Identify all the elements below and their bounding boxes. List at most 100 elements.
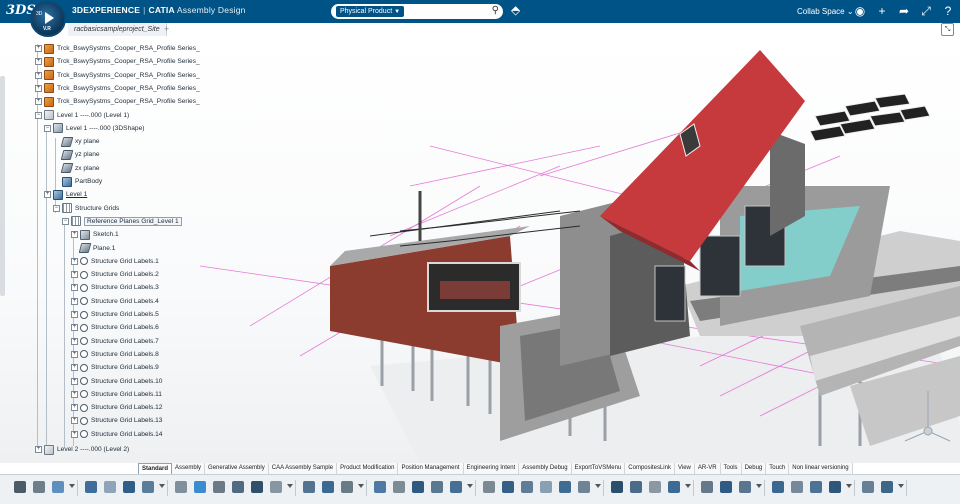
workbench-tab[interactable]: Non linear versioning [789, 463, 853, 474]
tree-node[interactable]: + Structure Grid Labels.9 [71, 361, 159, 374]
tree-node[interactable]: + Trck_BswySystms_Cooper_RSA_Profile Seri… [35, 55, 200, 68]
expand-icon[interactable]: + [71, 390, 78, 398]
fullscreen-icon[interactable]: ⤡ [941, 23, 954, 36]
workbench-tab[interactable]: View [674, 463, 695, 474]
toolbar-tool-icon[interactable] [301, 479, 317, 495]
tree-node[interactable]: + Structure Grid Labels.3 [71, 281, 159, 294]
dropdown-arrow-icon[interactable] [685, 484, 691, 488]
tree-node[interactable]: + Structure Grid Labels.10 [71, 375, 162, 388]
expand-icon[interactable]: + [35, 84, 42, 92]
toolbar-tool-icon[interactable] [827, 479, 843, 495]
toolbar-tool-icon[interactable] [647, 479, 663, 495]
toolbar-tool-icon[interactable] [879, 479, 895, 495]
workbench-tab[interactable]: ExportToVSMenu [571, 463, 626, 474]
toolbar-tool-icon[interactable] [628, 479, 644, 495]
tree-node[interactable]: + Structure Grid Labels.12 [71, 401, 162, 414]
expand-icon[interactable]: + [71, 297, 78, 305]
workbench-tab[interactable]: Assembly [172, 463, 206, 474]
search-box[interactable]: Physical Product ▼ ⚲ [331, 4, 503, 19]
workbench-tab[interactable]: Debug [741, 463, 767, 474]
toolbar-tool-icon[interactable] [102, 479, 118, 495]
arrows-icon[interactable]: ⤢ [919, 2, 933, 20]
toolbar-tool-icon[interactable] [268, 479, 284, 495]
dropdown-arrow-icon[interactable] [287, 484, 293, 488]
expand-icon[interactable]: + [71, 311, 78, 318]
tree-node[interactable]: + Structure Grid Labels.1 [71, 255, 159, 268]
toolbar-tool-icon[interactable] [50, 479, 66, 495]
user-icon[interactable]: ◉ [853, 2, 867, 20]
collab-space-selector[interactable]: Collab Space ⌄ [797, 7, 854, 16]
expand-icon[interactable]: + [71, 404, 78, 412]
tree-node[interactable]: + Trck_BswySystms_Cooper_RSA_Profile Seri… [35, 95, 200, 108]
collapse-icon[interactable]: − [62, 217, 69, 225]
collapse-icon[interactable]: − [53, 204, 60, 212]
tree-node[interactable]: + Trck_BswySystms_Cooper_RSA_Profile Seri… [35, 42, 200, 55]
tree-node[interactable]: yz plane [53, 148, 100, 161]
toolbar-tool-icon[interactable] [500, 479, 516, 495]
dropdown-arrow-icon[interactable] [846, 484, 852, 488]
expand-icon[interactable]: + [71, 231, 78, 239]
expand-icon[interactable]: + [35, 446, 42, 453]
toolbar-tool-icon[interactable] [83, 479, 99, 495]
compass-icon[interactable]: 3D V.R [30, 1, 66, 37]
toolbar-tool-icon[interactable] [140, 479, 156, 495]
tree-scrollbar[interactable] [0, 76, 5, 296]
workbench-tab[interactable]: Position Management [398, 463, 464, 474]
collapse-icon[interactable]: − [35, 111, 42, 119]
add-tab-button[interactable]: + [164, 23, 169, 36]
workbench-tab[interactable]: AR-VR [694, 463, 721, 474]
tree-node[interactable]: PartBody [53, 175, 102, 188]
workbench-tab[interactable]: Engineering Intent [463, 463, 520, 474]
toolbar-tool-icon[interactable] [666, 479, 682, 495]
workbench-tab[interactable]: Tools [720, 463, 742, 474]
tree-node[interactable]: − Reference Planes Grid_Level 1 [62, 215, 182, 228]
toolbar-tool-icon[interactable] [448, 479, 464, 495]
toolbar-tool-icon[interactable] [320, 479, 336, 495]
toolbar-tool-icon[interactable] [770, 479, 786, 495]
tree-node[interactable]: + Structure Grid Labels.6 [71, 321, 159, 334]
expand-icon[interactable]: + [71, 271, 78, 279]
toolbar-tool-icon[interactable] [339, 479, 355, 495]
tree-node[interactable]: + Sketch.1 [71, 228, 119, 241]
expand-icon[interactable]: + [71, 324, 78, 332]
expand-icon[interactable]: + [71, 257, 78, 265]
workbench-tab[interactable]: Assembly Debug [519, 463, 572, 474]
workbench-tab[interactable]: CompositesLink [625, 463, 675, 474]
toolbar-tool-icon[interactable] [860, 479, 876, 495]
tree-node[interactable]: + Structure Grid Labels.8 [71, 348, 159, 361]
dropdown-arrow-icon[interactable] [756, 484, 762, 488]
workbench-tab[interactable]: Touch [766, 463, 790, 474]
tag-icon[interactable]: ⬘ [511, 3, 520, 17]
expand-icon[interactable]: + [44, 191, 51, 199]
toolbar-tool-icon[interactable] [481, 479, 497, 495]
tree-node[interactable]: + Structure Grid Labels.11 [71, 388, 162, 401]
tree-node[interactable]: + Level 1 [44, 188, 87, 201]
tree-node[interactable]: xy plane [53, 135, 100, 148]
tree-node[interactable]: + Structure Grid Labels.2 [71, 268, 159, 281]
toolbar-tool-icon[interactable] [737, 479, 753, 495]
tree-node[interactable]: + Trck_BswySystms_Cooper_RSA_Profile Seri… [35, 69, 200, 82]
tree-node[interactable]: + Structure Grid Labels.14 [71, 428, 162, 441]
toolbar-tool-icon[interactable] [699, 479, 715, 495]
toolbar-tool-icon[interactable] [211, 479, 227, 495]
dropdown-arrow-icon[interactable] [467, 484, 473, 488]
toolbar-tool-icon[interactable] [538, 479, 554, 495]
expand-icon[interactable]: + [35, 58, 42, 66]
expand-icon[interactable]: + [35, 45, 42, 52]
workbench-tab[interactable]: Standard [138, 463, 173, 474]
expand-icon[interactable]: + [71, 377, 78, 385]
share-icon[interactable]: ➦ [897, 2, 911, 20]
dropdown-arrow-icon[interactable] [898, 484, 904, 488]
expand-icon[interactable]: + [71, 364, 78, 372]
search-scope-dropdown[interactable]: Physical Product ▼ [336, 6, 405, 17]
tree-node[interactable]: − Structure Grids [53, 202, 119, 215]
tree-node[interactable]: + Structure Grid Labels.7 [71, 335, 159, 348]
tree-node[interactable]: − Level 1 ----.000 (3DShape) [44, 122, 144, 135]
expand-icon[interactable]: + [35, 98, 42, 106]
tree-node[interactable]: + Structure Grid Labels.4 [71, 295, 159, 308]
plus-icon[interactable]: + [875, 2, 889, 20]
tree-node[interactable]: Plane.1 [71, 242, 115, 255]
workbench-tab[interactable]: Generative Assembly [205, 463, 269, 474]
expand-icon[interactable]: + [71, 350, 78, 358]
toolbar-tool-icon[interactable] [789, 479, 805, 495]
